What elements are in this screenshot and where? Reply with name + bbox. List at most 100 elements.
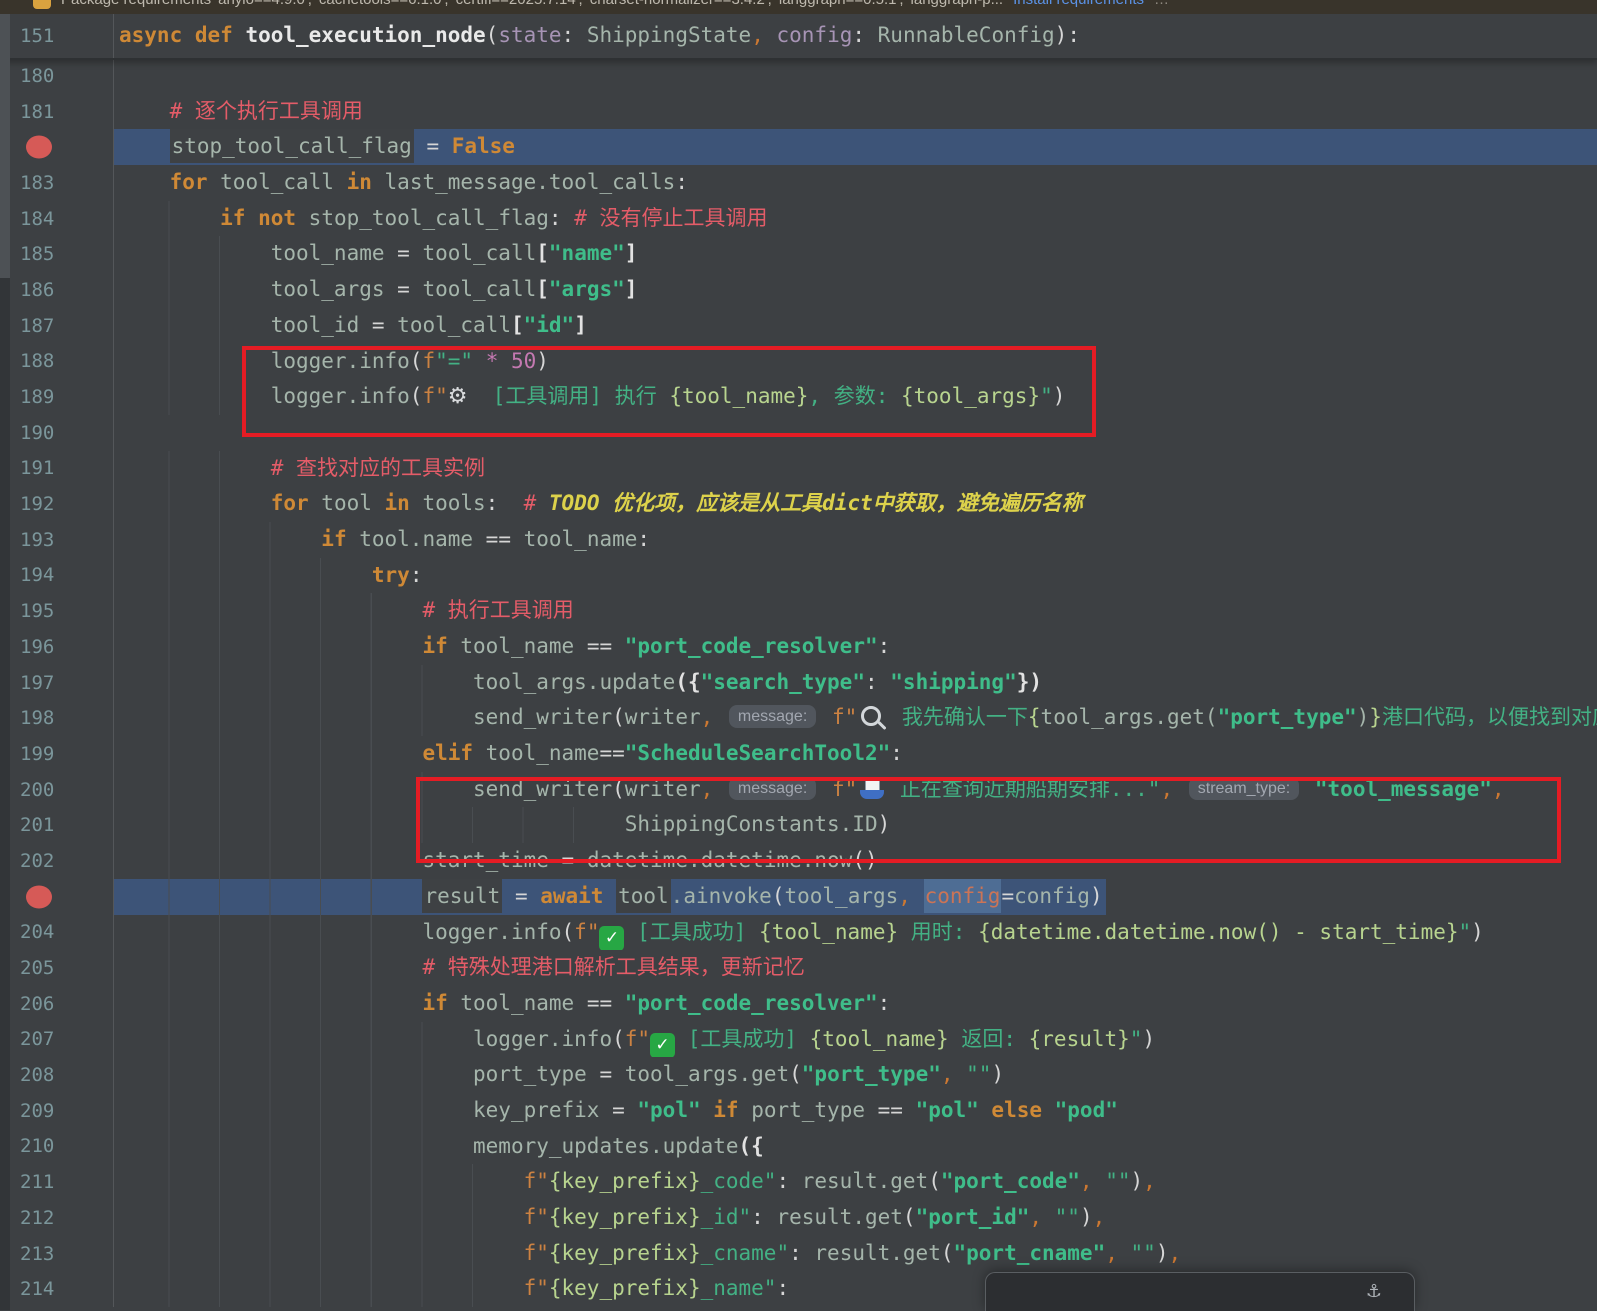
- code-text[interactable]: logger.info(f"✓ [工具成功] {tool_name} 返回: {…: [114, 1022, 1597, 1058]
- line-number[interactable]: 214: [20, 1278, 54, 1300]
- gutter[interactable]: 213: [0, 1236, 114, 1272]
- code-text[interactable]: if tool_name == "port_code_resolver":: [114, 629, 1597, 665]
- code-text[interactable]: send_writer(writer, message: f" 正在查询近期船期…: [114, 772, 1597, 808]
- line-number[interactable]: 188: [20, 350, 54, 372]
- line-number[interactable]: 206: [20, 993, 54, 1015]
- line-number[interactable]: 194: [20, 564, 54, 586]
- code-text[interactable]: # 特殊处理港口解析工具结果，更新记忆: [114, 950, 1597, 986]
- gutter[interactable]: 205: [0, 950, 114, 986]
- code-text[interactable]: tool_name = tool_call["name"]: [114, 236, 1597, 272]
- code-text[interactable]: # 逐个执行工具调用: [114, 94, 1597, 130]
- left-scrollbar-thumb[interactable]: [0, 14, 10, 278]
- line-number[interactable]: 209: [20, 1100, 54, 1122]
- gutter[interactable]: 197: [0, 665, 114, 701]
- gutter[interactable]: 208: [0, 1057, 114, 1093]
- line-number[interactable]: 183: [20, 172, 54, 194]
- code-text[interactable]: # 执行工具调用: [114, 593, 1597, 629]
- gutter[interactable]: 151: [0, 14, 114, 58]
- code-text[interactable]: tool_args.update({"search_type": "shippi…: [114, 665, 1597, 701]
- line-number[interactable]: 202: [20, 850, 54, 872]
- code-text[interactable]: memory_updates.update({: [114, 1129, 1597, 1165]
- gutter[interactable]: 181: [0, 94, 114, 130]
- gutter[interactable]: 191: [0, 451, 114, 487]
- line-number[interactable]: 199: [20, 743, 54, 765]
- line-number[interactable]: 180: [20, 65, 54, 87]
- gutter[interactable]: 187: [0, 308, 114, 344]
- gutter[interactable]: 211: [0, 1164, 114, 1200]
- line-number[interactable]: 210: [20, 1135, 54, 1157]
- code-text[interactable]: if tool.name == tool_name:: [114, 522, 1597, 558]
- gutter[interactable]: 214: [0, 1271, 114, 1307]
- gutter[interactable]: 202: [0, 843, 114, 879]
- line-number[interactable]: 184: [20, 208, 54, 230]
- gutter[interactable]: 190: [0, 415, 114, 451]
- sticky-code-line[interactable]: async def tool_execution_node(state: Shi…: [114, 14, 1597, 58]
- line-number[interactable]: 186: [20, 279, 54, 301]
- line-number[interactable]: 192: [20, 493, 54, 515]
- line-number[interactable]: 207: [20, 1028, 54, 1050]
- code-text[interactable]: elif tool_name=="ScheduleSearchTool2":: [114, 736, 1597, 772]
- code-text[interactable]: ShippingConstants.ID): [114, 807, 1597, 843]
- line-number[interactable]: 190: [20, 422, 54, 444]
- line-number[interactable]: 208: [20, 1064, 54, 1086]
- gutter[interactable]: 188: [0, 344, 114, 380]
- line-number[interactable]: 201: [20, 814, 54, 836]
- gutter[interactable]: 183: [0, 165, 114, 201]
- gutter[interactable]: 210: [0, 1129, 114, 1165]
- code-text[interactable]: f"{key_prefix}_cname": result.get("port_…: [114, 1236, 1597, 1272]
- gutter[interactable]: 185: [0, 236, 114, 272]
- code-text[interactable]: start_time = datetime.datetime.now(): [114, 843, 1597, 879]
- install-requirements-link[interactable]: Install requirements: [1013, 0, 1144, 8]
- code-text[interactable]: key_prefix = "pol" if port_type == "pol"…: [114, 1093, 1597, 1129]
- breakpoint-dot[interactable]: [26, 136, 52, 159]
- gutter[interactable]: 209: [0, 1093, 114, 1129]
- code-text[interactable]: if not stop_tool_call_flag: # 没有停止工具调用: [114, 201, 1597, 237]
- line-number[interactable]: 185: [20, 243, 54, 265]
- code-text[interactable]: for tool in tools: # TODO 优化项，应该是从工具dict…: [114, 486, 1597, 522]
- line-number[interactable]: 181: [20, 101, 54, 123]
- gutter[interactable]: 196: [0, 629, 114, 665]
- code-text[interactable]: try:: [114, 558, 1597, 594]
- gutter[interactable]: 189: [0, 379, 114, 415]
- gutter[interactable]: 180: [0, 58, 114, 94]
- code-text[interactable]: tool_id = tool_call["id"]: [114, 308, 1597, 344]
- code-text[interactable]: if tool_name == "port_code_resolver":: [114, 986, 1597, 1022]
- code-text[interactable]: logger.info(f"=" * 50): [114, 344, 1597, 380]
- gutter[interactable]: 194: [0, 558, 114, 594]
- code-text[interactable]: # 查找对应的工具实例: [114, 451, 1597, 487]
- code-text[interactable]: port_type = tool_args.get("port_type", "…: [114, 1057, 1597, 1093]
- line-number[interactable]: 213: [20, 1243, 54, 1265]
- code-text[interactable]: result = await tool.ainvoke(tool_args, c…: [114, 879, 1597, 915]
- code-text[interactable]: f"{key_prefix}_id": result.get("port_id"…: [114, 1200, 1597, 1236]
- gutter[interactable]: 184: [0, 201, 114, 237]
- line-number[interactable]: 189: [20, 386, 54, 408]
- line-number[interactable]: 204: [20, 921, 54, 943]
- gutter[interactable]: 201: [0, 807, 114, 843]
- line-number[interactable]: 198: [20, 707, 54, 729]
- gutter[interactable]: [0, 879, 114, 915]
- gutter[interactable]: 200: [0, 772, 114, 808]
- gutter[interactable]: 199: [0, 736, 114, 772]
- line-number[interactable]: 197: [20, 672, 54, 694]
- code-text[interactable]: [114, 58, 1597, 94]
- code-text[interactable]: send_writer(writer, message: f" 我先确认一下{t…: [114, 700, 1597, 736]
- gutter[interactable]: 195: [0, 593, 114, 629]
- gutter[interactable]: 207: [0, 1022, 114, 1058]
- code-text[interactable]: [114, 415, 1597, 451]
- gutter[interactable]: 204: [0, 915, 114, 951]
- line-number[interactable]: 187: [20, 315, 54, 337]
- code-text[interactable]: logger.info(f"⚙ [工具调用] 执行 {tool_name}, 参…: [114, 379, 1597, 415]
- gutter[interactable]: 206: [0, 986, 114, 1022]
- gutter[interactable]: 212: [0, 1200, 114, 1236]
- code-text[interactable]: logger.info(f"✓ [工具成功] {tool_name} 用时: {…: [114, 915, 1597, 951]
- gutter[interactable]: 186: [0, 272, 114, 308]
- gutter[interactable]: [0, 129, 114, 165]
- line-number[interactable]: 193: [20, 529, 54, 551]
- line-number[interactable]: 196: [20, 636, 54, 658]
- code-text[interactable]: f"{key_prefix}_code": result.get("port_c…: [114, 1164, 1597, 1200]
- line-number[interactable]: 151: [20, 25, 54, 47]
- gutter[interactable]: 198: [0, 700, 114, 736]
- breakpoint-dot[interactable]: [26, 885, 52, 908]
- code-text[interactable]: stop_tool_call_flag = False: [114, 129, 1597, 165]
- gutter[interactable]: 192: [0, 486, 114, 522]
